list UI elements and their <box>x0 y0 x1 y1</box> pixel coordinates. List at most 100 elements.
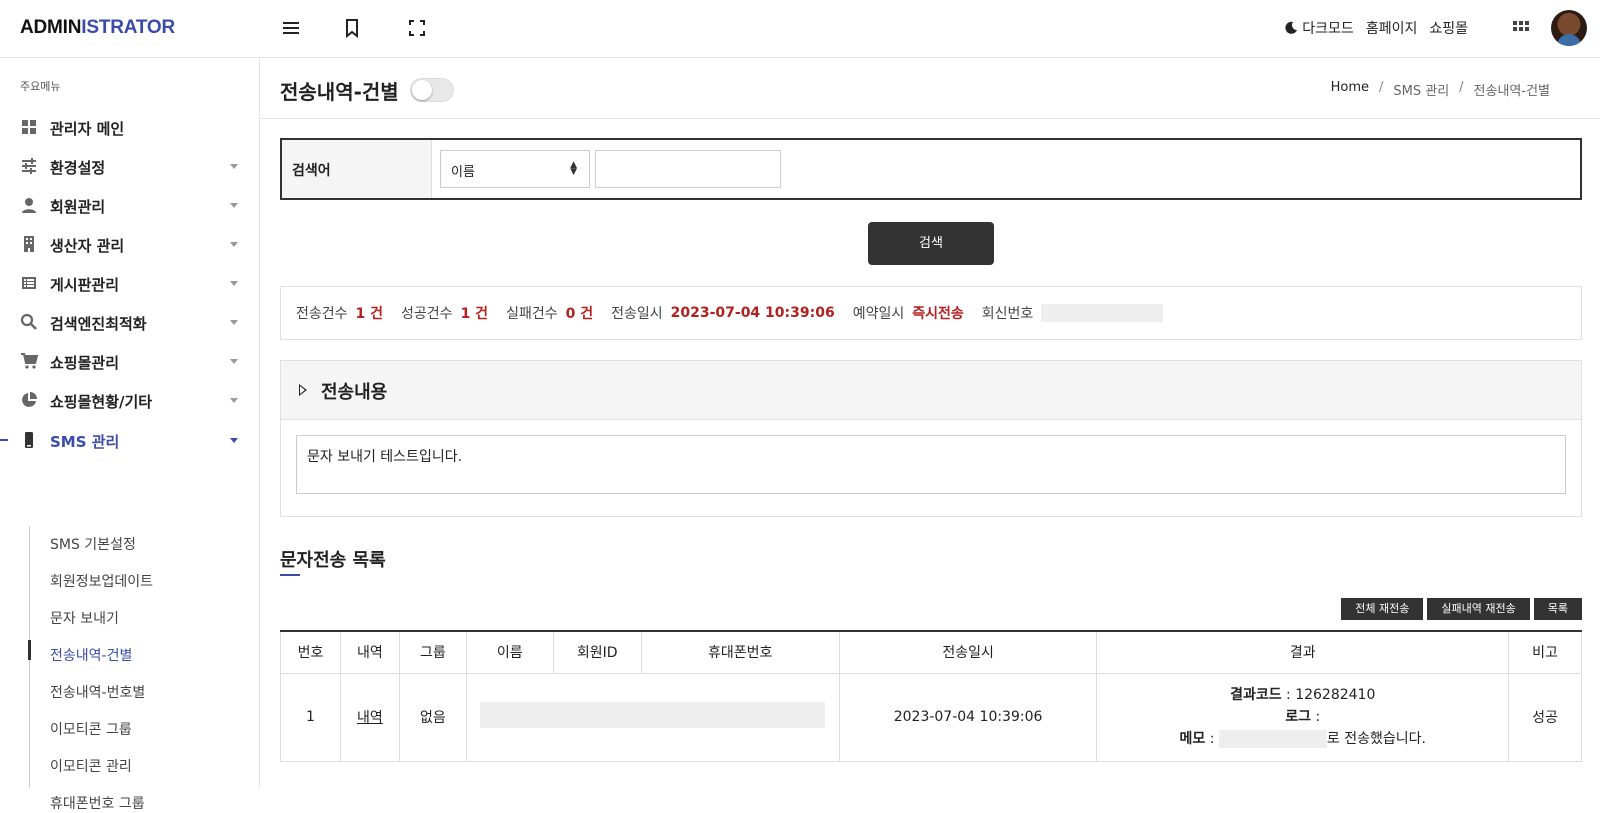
sidebar-item-label: 환경설정 <box>50 159 106 177</box>
page-title: 전송내역-건별 <box>280 80 399 104</box>
breadcrumb: Home / SMS 관리 / 전송내역-건별 <box>1331 80 1550 99</box>
submenu-item-phone-group[interactable]: 휴대폰번호 그룹 <box>50 793 145 813</box>
panel-title: 전송내용 <box>321 382 388 403</box>
sidebar-item-producers[interactable]: 생산자 관리 <box>0 225 259 263</box>
active-indicator <box>0 439 8 441</box>
sidebar-item-members[interactable]: 회원관리 <box>0 186 259 224</box>
sidebar-item-label: 쇼핑몰관리 <box>50 354 120 372</box>
breadcrumb-sms[interactable]: SMS 관리 <box>1393 80 1449 99</box>
submenu-item-send-sms[interactable]: 문자 보내기 <box>50 608 119 628</box>
bookmark-icon[interactable] <box>341 17 363 39</box>
sidebar-heading: 주요메뉴 <box>20 80 61 93</box>
breadcrumb-home[interactable]: Home <box>1331 80 1369 99</box>
redacted-block <box>480 702 826 728</box>
message-content-toggle[interactable]: 전송내용 <box>281 361 1581 420</box>
sidebar-item-boards[interactable]: 게시판관리 <box>0 264 259 302</box>
settings-sliders-icon <box>20 157 38 175</box>
resend-failed-button[interactable]: 실패내역 재전송 <box>1427 598 1530 620</box>
cell-detail: 내역 <box>339 672 400 762</box>
message-body: 문자 보내기 테스트입니다. <box>296 435 1566 494</box>
submenu-item-sms-settings[interactable]: SMS 기본설정 <box>50 534 136 554</box>
message-content-panel: 전송내용 문자 보내기 테스트입니다. <box>280 360 1582 517</box>
submenu-item-history-by-number[interactable]: 전송내역-번호별 <box>50 682 145 702</box>
sidebar-item-admin-main[interactable]: 관리자 메인 <box>0 108 259 146</box>
sent-count-label: 전송건수 <box>296 306 348 322</box>
submenu-active-indicator <box>28 640 31 660</box>
select-arrows-icon: ▲ ▼ <box>570 160 577 177</box>
send-date-label: 전송일시 <box>611 306 663 322</box>
list-button[interactable]: 목록 <box>1533 598 1582 620</box>
cell-redacted-contact <box>465 672 840 762</box>
submenu-item-member-update[interactable]: 회원정보업데이트 <box>50 571 153 591</box>
column-header-result: 결과 <box>1096 630 1510 674</box>
submenu-item-emoticon-manage[interactable]: 이모티콘 관리 <box>50 756 132 776</box>
cell-group: 없음 <box>398 672 467 762</box>
menu-icon[interactable] <box>280 17 302 39</box>
phone-icon <box>20 431 38 449</box>
page-toggle[interactable] <box>410 78 454 102</box>
breadcrumb-separator: / <box>1378 80 1384 95</box>
reply-number-label: 회신번호 <box>981 306 1034 322</box>
log-label: 로그 <box>1285 709 1312 725</box>
column-header-phone: 휴대폰번호 <box>640 630 840 674</box>
memo-suffix: 로 전송했습니다. <box>1326 731 1426 747</box>
column-header-group: 그룹 <box>398 630 467 674</box>
shop-link[interactable]: 쇼핑몰 <box>1429 18 1468 38</box>
cell-send-date: 2023-07-04 10:39:06 <box>838 672 1098 762</box>
chevron-down-icon <box>230 438 238 443</box>
chevron-down-icon <box>230 281 238 286</box>
sidebar-item-shop[interactable]: 쇼핑몰관리 <box>0 342 259 380</box>
list-actions: 전체 재전송 실패내역 재전송 목록 <box>1341 598 1582 620</box>
main-content: 전송내역-건별 Home / SMS 관리 / 전송내역-건별 검색어 이름 ▲… <box>260 58 1600 788</box>
top-bar: ADMINISTRATOR 다크모드 홈페이지 쇼핑몰 <box>0 0 1600 58</box>
apps-grid-icon[interactable] <box>1512 20 1530 38</box>
search-form: 검색어 이름 ▲ ▼ <box>280 138 1582 200</box>
avatar[interactable] <box>1551 10 1587 46</box>
column-header-send-date: 전송일시 <box>838 630 1098 674</box>
column-header-note: 비고 <box>1508 630 1582 674</box>
logo[interactable]: ADMINISTRATOR <box>20 17 175 39</box>
sidebar-item-seo[interactable]: 검색엔진최적화 <box>0 303 259 341</box>
search-field-select[interactable]: 이름 ▲ ▼ <box>440 150 590 188</box>
homepage-link[interactable]: 홈페이지 <box>1366 18 1418 38</box>
detail-link[interactable]: 내역 <box>357 710 383 726</box>
sidebar-item-label: 생산자 관리 <box>50 237 125 255</box>
chevron-down-icon <box>230 242 238 247</box>
pie-chart-icon <box>20 391 38 409</box>
sidebar-item-label: SMS 관리 <box>50 433 120 451</box>
cart-icon <box>20 352 39 370</box>
breadcrumb-current: 전송내역-건별 <box>1473 84 1550 99</box>
sidebar-item-label: 관리자 메인 <box>50 120 125 138</box>
table-row: 1 내역 없음 2023-07-04 10:39:06 결과코드 : 12628… <box>280 672 1582 762</box>
chevron-down-icon <box>230 359 238 364</box>
memo-redacted <box>1218 730 1327 748</box>
reserve-date-label: 예약일시 <box>852 306 905 322</box>
search-icon <box>20 313 38 331</box>
sidebar-item-settings[interactable]: 환경설정 <box>0 147 259 185</box>
moon-icon <box>1285 21 1298 34</box>
result-code-line: 결과코드 : 126282410 <box>1097 684 1508 706</box>
cell-note: 성공 <box>1508 672 1582 762</box>
sidebar-item-sms[interactable]: SMS 관리 <box>0 421 259 459</box>
building-icon <box>20 235 38 253</box>
log-line: 로그 : <box>1097 706 1508 728</box>
cell-no: 1 <box>280 672 341 762</box>
reply-number-redacted <box>1041 304 1164 322</box>
sidebar-item-shop-status[interactable]: 쇼핑몰현황/기타 <box>0 381 259 419</box>
sidebar: 주요메뉴 관리자 메인 환경설정 회원관리 생산자 관리 게시판관리 검색엔진최… <box>0 58 260 812</box>
memo-prefix: : <box>1205 731 1215 747</box>
sidebar-item-label: 쇼핑몰현황/기타 <box>50 393 153 411</box>
search-button[interactable]: 검색 <box>868 222 994 265</box>
submenu-item-history-by-case[interactable]: 전송내역-건별 <box>50 645 132 665</box>
submenu-item-emoticon-group[interactable]: 이모티콘 그룹 <box>50 719 132 739</box>
fullscreen-icon[interactable] <box>406 17 428 39</box>
memo-line: 메모 : 로 전송했습니다. <box>1097 728 1508 750</box>
chevron-down-icon <box>230 164 238 169</box>
search-input[interactable] <box>595 150 781 188</box>
result-code-value: : 126282410 <box>1281 687 1376 703</box>
success-count-label: 성공건수 <box>401 306 453 322</box>
sent-count-value: 1 건 <box>355 306 384 322</box>
dark-mode-toggle[interactable]: 다크모드 <box>1284 18 1354 38</box>
toggle-knob <box>412 80 432 100</box>
resend-all-button[interactable]: 전체 재전송 <box>1341 598 1424 620</box>
